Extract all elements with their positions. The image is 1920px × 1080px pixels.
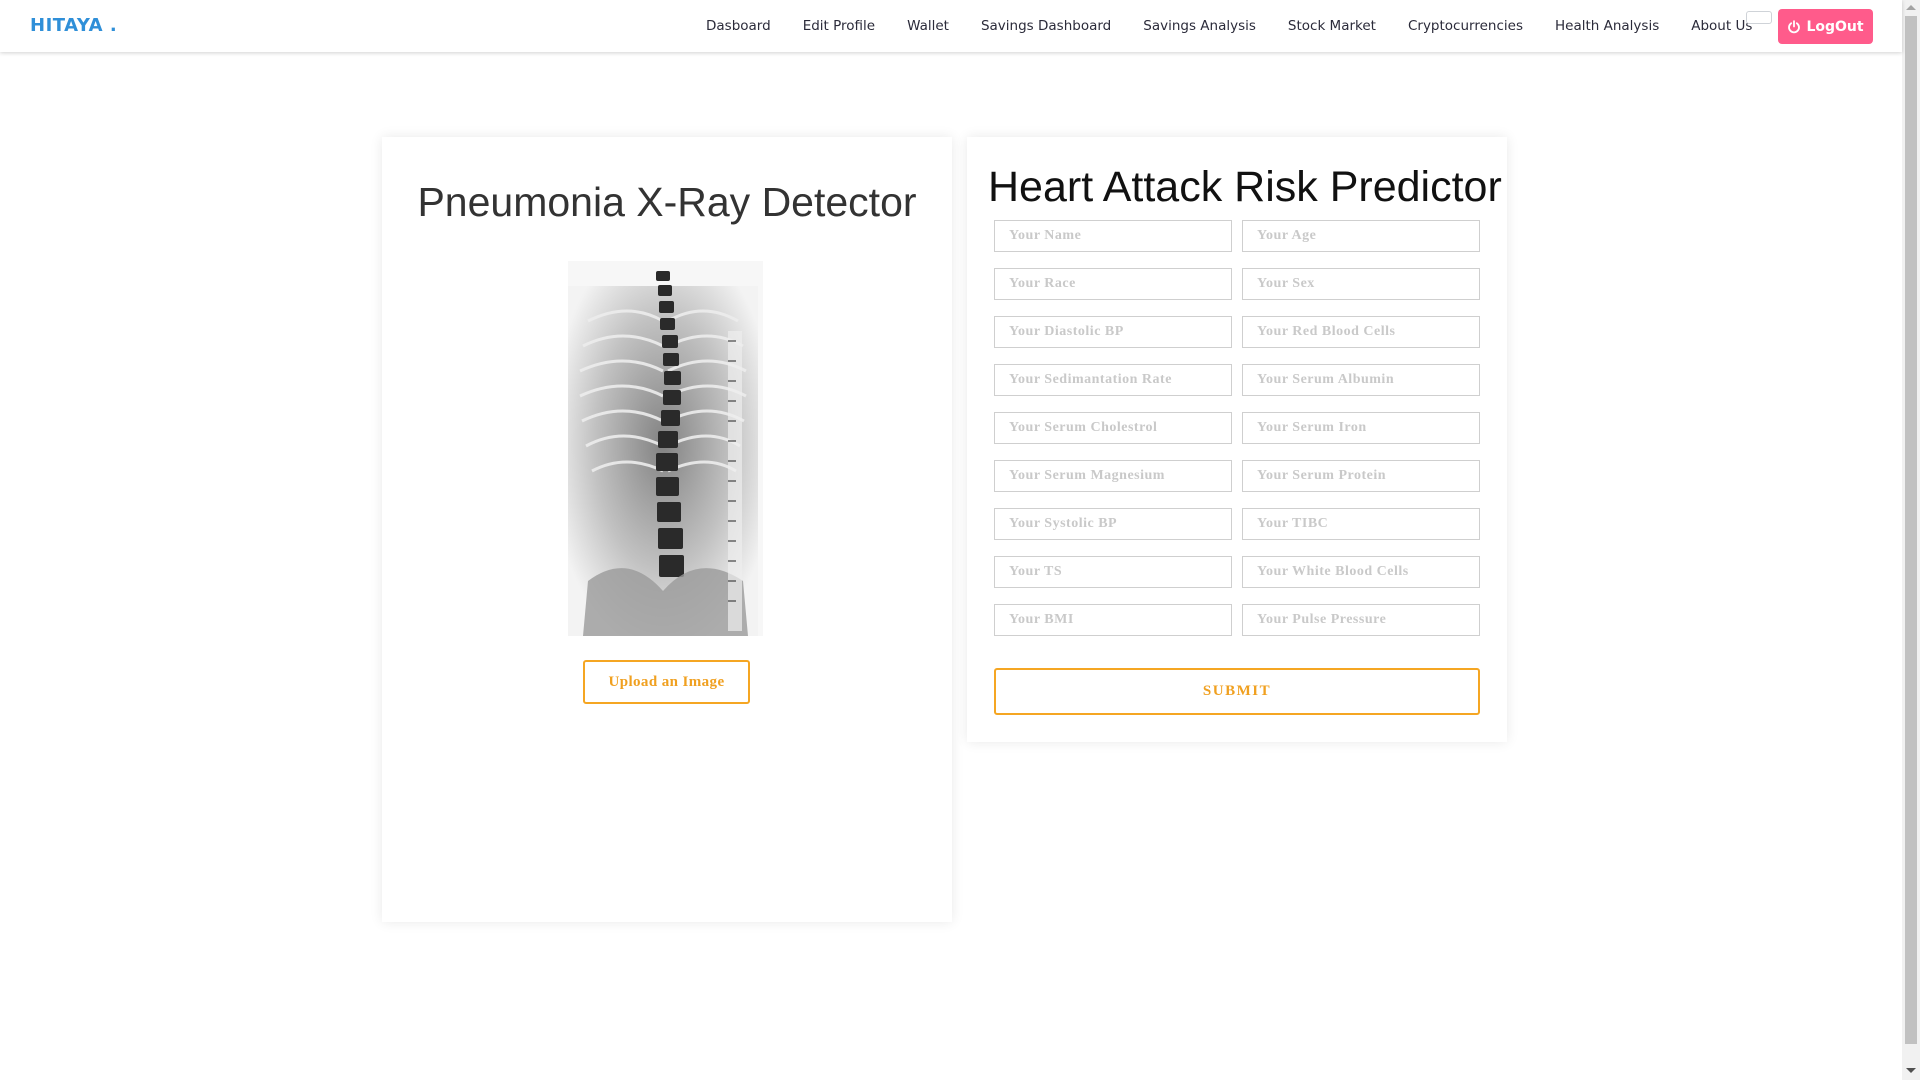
serum-albumin-field[interactable] [1242, 364, 1480, 396]
nav-wallet[interactable]: Wallet [907, 18, 949, 34]
upload-image-button[interactable]: Upload an Image [583, 660, 750, 704]
nav-stock-market[interactable]: Stock Market [1288, 18, 1376, 34]
nav-savings-analysis[interactable]: Savings Analysis [1143, 18, 1256, 34]
age-field[interactable] [1242, 220, 1480, 252]
logout-button[interactable]: LogOut [1778, 9, 1873, 44]
ts-field[interactable] [994, 556, 1232, 588]
pneumonia-title: Pneumonia X-Ray Detector [417, 179, 917, 225]
heart-attack-card: Heart Attack Risk Predictor SUBMIT [967, 137, 1507, 742]
sex-field[interactable] [1242, 268, 1480, 300]
diastolic-bp-field[interactable] [994, 316, 1232, 348]
heart-attack-title: Heart Attack Risk Predictor [988, 163, 1502, 211]
serum-cholestrol-field[interactable] [994, 412, 1232, 444]
scrollbar-thumb[interactable] [1905, 16, 1917, 1044]
nav-dashboard[interactable]: Dasboard [706, 18, 771, 34]
power-icon [1787, 19, 1801, 34]
pneumonia-card: Pneumonia X-Ray Detector Upload an Image [382, 137, 952, 922]
nav-cryptocurrencies[interactable]: Cryptocurrencies [1408, 18, 1523, 34]
pulse-pressure-field[interactable] [1242, 604, 1480, 636]
bmi-field[interactable] [994, 604, 1232, 636]
xray-image [568, 261, 763, 636]
white-blood-cells-field[interactable] [1242, 556, 1480, 588]
nav-savings-dashboard[interactable]: Savings Dashboard [981, 18, 1111, 34]
top-navbar: HITAYA . Dasboard Edit Profile Wallet Savin… [0, 0, 1902, 52]
tibc-field[interactable] [1242, 508, 1480, 540]
nav-about-us[interactable]: About Us [1691, 18, 1752, 34]
systolic-bp-field[interactable] [994, 508, 1232, 540]
nav-edit-profile[interactable]: Edit Profile [803, 18, 875, 34]
race-field[interactable] [994, 268, 1232, 300]
submit-button[interactable]: SUBMIT [994, 668, 1480, 715]
nav-health-analysis[interactable]: Health Analysis [1555, 18, 1659, 34]
serum-iron-field[interactable] [1242, 412, 1480, 444]
serum-protein-field[interactable] [1242, 460, 1480, 492]
scroll-down-icon[interactable] [1906, 1068, 1916, 1073]
sedimantation-rate-field[interactable] [994, 364, 1232, 396]
nav-links: Dasboard Edit Profile Wallet Savings Dashbo… [706, 0, 1784, 52]
name-field[interactable] [994, 220, 1232, 252]
logout-label: LogOut [1806, 18, 1864, 35]
brand-logo[interactable]: HITAYA . [30, 15, 117, 36]
red-blood-cells-field[interactable] [1242, 316, 1480, 348]
scroll-up-icon[interactable] [1906, 5, 1916, 10]
serum-magnesium-field[interactable] [994, 460, 1232, 492]
theme-toggle[interactable] [1746, 11, 1772, 24]
